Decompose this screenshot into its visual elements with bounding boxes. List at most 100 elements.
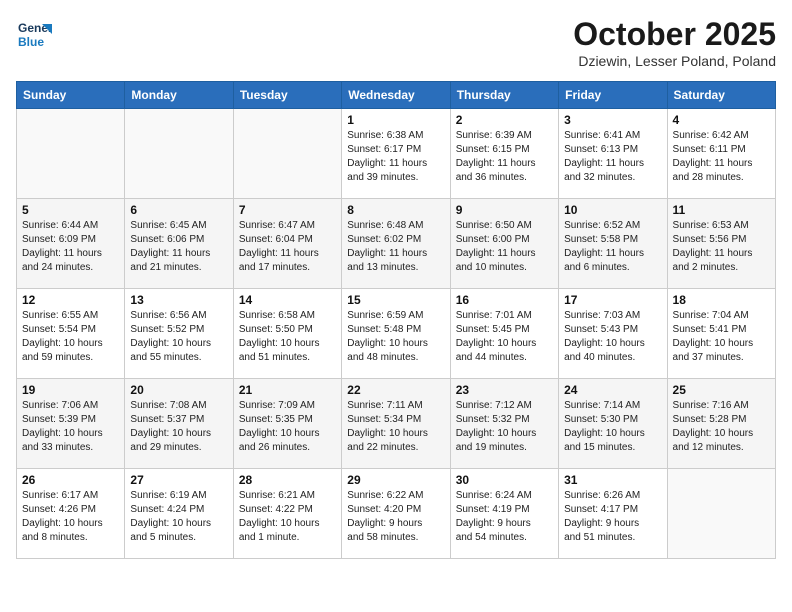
day-number: 3 bbox=[564, 113, 661, 127]
logo: General Blue bbox=[16, 16, 56, 52]
day-number: 1 bbox=[347, 113, 444, 127]
calendar-cell bbox=[667, 469, 775, 559]
calendar-cell: 29 Sunrise: 6:22 AMSunset: 4:20 PMDayligh… bbox=[342, 469, 450, 559]
day-number: 9 bbox=[456, 203, 553, 217]
day-number: 27 bbox=[130, 473, 227, 487]
day-number: 26 bbox=[22, 473, 119, 487]
day-number: 23 bbox=[456, 383, 553, 397]
week-row-5: 26 Sunrise: 6:17 AMSunset: 4:26 PMDayligh… bbox=[17, 469, 776, 559]
day-content: Sunrise: 6:38 AMSunset: 6:17 PMDaylight:… bbox=[347, 129, 444, 185]
day-content: Sunrise: 7:16 AMSunset: 5:28 PMDaylight:… bbox=[673, 399, 770, 455]
day-number: 8 bbox=[347, 203, 444, 217]
day-content: Sunrise: 6:17 AMSunset: 4:26 PMDaylight:… bbox=[22, 489, 119, 545]
weekday-header-tuesday: Tuesday bbox=[233, 82, 341, 109]
day-number: 21 bbox=[239, 383, 336, 397]
calendar-cell: 12 Sunrise: 6:55 AMSunset: 5:54 PMDayligh… bbox=[17, 289, 125, 379]
calendar-cell: 23 Sunrise: 7:12 AMSunset: 5:32 PMDayligh… bbox=[450, 379, 558, 469]
svg-text:Blue: Blue bbox=[18, 35, 44, 49]
day-content: Sunrise: 6:44 AMSunset: 6:09 PMDaylight:… bbox=[22, 219, 119, 275]
day-number: 13 bbox=[130, 293, 227, 307]
day-content: Sunrise: 7:14 AMSunset: 5:30 PMDaylight:… bbox=[564, 399, 661, 455]
day-content: Sunrise: 6:41 AMSunset: 6:13 PMDaylight:… bbox=[564, 129, 661, 185]
week-row-2: 5 Sunrise: 6:44 AMSunset: 6:09 PMDaylight… bbox=[17, 199, 776, 289]
day-number: 15 bbox=[347, 293, 444, 307]
day-content: Sunrise: 7:11 AMSunset: 5:34 PMDaylight:… bbox=[347, 399, 444, 455]
day-number: 11 bbox=[673, 203, 770, 217]
day-content: Sunrise: 7:01 AMSunset: 5:45 PMDaylight:… bbox=[456, 309, 553, 365]
calendar-cell: 20 Sunrise: 7:08 AMSunset: 5:37 PMDayligh… bbox=[125, 379, 233, 469]
day-content: Sunrise: 6:39 AMSunset: 6:15 PMDaylight:… bbox=[456, 129, 553, 185]
calendar-cell: 14 Sunrise: 6:58 AMSunset: 5:50 PMDayligh… bbox=[233, 289, 341, 379]
day-content: Sunrise: 6:59 AMSunset: 5:48 PMDaylight:… bbox=[347, 309, 444, 365]
calendar-cell: 28 Sunrise: 6:21 AMSunset: 4:22 PMDayligh… bbox=[233, 469, 341, 559]
day-content: Sunrise: 6:22 AMSunset: 4:20 PMDaylight:… bbox=[347, 489, 444, 545]
calendar-cell: 31 Sunrise: 6:26 AMSunset: 4:17 PMDayligh… bbox=[559, 469, 667, 559]
calendar-cell: 1 Sunrise: 6:38 AMSunset: 6:17 PMDaylight… bbox=[342, 109, 450, 199]
day-number: 16 bbox=[456, 293, 553, 307]
calendar-cell: 9 Sunrise: 6:50 AMSunset: 6:00 PMDaylight… bbox=[450, 199, 558, 289]
day-number: 31 bbox=[564, 473, 661, 487]
calendar-cell: 7 Sunrise: 6:47 AMSunset: 6:04 PMDaylight… bbox=[233, 199, 341, 289]
day-number: 20 bbox=[130, 383, 227, 397]
day-content: Sunrise: 7:09 AMSunset: 5:35 PMDaylight:… bbox=[239, 399, 336, 455]
calendar-cell: 2 Sunrise: 6:39 AMSunset: 6:15 PMDaylight… bbox=[450, 109, 558, 199]
day-content: Sunrise: 6:48 AMSunset: 6:02 PMDaylight:… bbox=[347, 219, 444, 275]
day-content: Sunrise: 6:55 AMSunset: 5:54 PMDaylight:… bbox=[22, 309, 119, 365]
weekday-header-sunday: Sunday bbox=[17, 82, 125, 109]
calendar-cell: 26 Sunrise: 6:17 AMSunset: 4:26 PMDayligh… bbox=[17, 469, 125, 559]
day-content: Sunrise: 7:04 AMSunset: 5:41 PMDaylight:… bbox=[673, 309, 770, 365]
day-content: Sunrise: 6:45 AMSunset: 6:06 PMDaylight:… bbox=[130, 219, 227, 275]
day-content: Sunrise: 6:19 AMSunset: 4:24 PMDaylight:… bbox=[130, 489, 227, 545]
day-number: 12 bbox=[22, 293, 119, 307]
day-number: 4 bbox=[673, 113, 770, 127]
day-content: Sunrise: 7:03 AMSunset: 5:43 PMDaylight:… bbox=[564, 309, 661, 365]
calendar-cell: 11 Sunrise: 6:53 AMSunset: 5:56 PMDayligh… bbox=[667, 199, 775, 289]
week-row-4: 19Sunrise: 7:06 AMSunset: 5:39 PMDayligh… bbox=[17, 379, 776, 469]
calendar-cell: 6 Sunrise: 6:45 AMSunset: 6:06 PMDaylight… bbox=[125, 199, 233, 289]
day-number: 14 bbox=[239, 293, 336, 307]
day-content: Sunrise: 6:47 AMSunset: 6:04 PMDaylight:… bbox=[239, 219, 336, 275]
day-content: Sunrise: 6:24 AMSunset: 4:19 PMDaylight:… bbox=[456, 489, 553, 545]
calendar-cell: 25 Sunrise: 7:16 AMSunset: 5:28 PMDayligh… bbox=[667, 379, 775, 469]
calendar-cell: 10Sunrise: 6:52 AMSunset: 5:58 PMDayligh… bbox=[559, 199, 667, 289]
day-content: Sunrise: 7:12 AMSunset: 5:32 PMDaylight:… bbox=[456, 399, 553, 455]
day-number: 28 bbox=[239, 473, 336, 487]
weekday-header-wednesday: Wednesday bbox=[342, 82, 450, 109]
calendar-cell bbox=[125, 109, 233, 199]
day-content: Sunrise: 7:08 AMSunset: 5:37 PMDaylight:… bbox=[130, 399, 227, 455]
day-content: Sunrise: 6:53 AMSunset: 5:56 PMDaylight:… bbox=[673, 219, 770, 275]
weekday-header-row: SundayMondayTuesdayWednesdayThursdayFrid… bbox=[17, 82, 776, 109]
day-content: Sunrise: 6:58 AMSunset: 5:50 PMDaylight:… bbox=[239, 309, 336, 365]
week-row-1: 1 Sunrise: 6:38 AMSunset: 6:17 PMDaylight… bbox=[17, 109, 776, 199]
calendar-cell: 24 Sunrise: 7:14 AMSunset: 5:30 PMDayligh… bbox=[559, 379, 667, 469]
weekday-header-friday: Friday bbox=[559, 82, 667, 109]
calendar-cell: 22Sunrise: 7:11 AMSunset: 5:34 PMDayligh… bbox=[342, 379, 450, 469]
day-number: 2 bbox=[456, 113, 553, 127]
calendar-cell bbox=[233, 109, 341, 199]
weekday-header-monday: Monday bbox=[125, 82, 233, 109]
calendar-cell: 16 Sunrise: 7:01 AMSunset: 5:45 PMDayligh… bbox=[450, 289, 558, 379]
day-content: Sunrise: 6:52 AMSunset: 5:58 PMDaylight:… bbox=[564, 219, 661, 275]
calendar-cell: 27 Sunrise: 6:19 AMSunset: 4:24 PMDayligh… bbox=[125, 469, 233, 559]
calendar-cell: 8 Sunrise: 6:48 AMSunset: 6:02 PMDaylight… bbox=[342, 199, 450, 289]
calendar-cell: 21 Sunrise: 7:09 AMSunset: 5:35 PMDayligh… bbox=[233, 379, 341, 469]
day-number: 24 bbox=[564, 383, 661, 397]
day-content: Sunrise: 6:26 AMSunset: 4:17 PMDaylight:… bbox=[564, 489, 661, 545]
day-number: 29 bbox=[347, 473, 444, 487]
calendar-cell: 4Sunrise: 6:42 AMSunset: 6:11 PMDaylight… bbox=[667, 109, 775, 199]
calendar-cell: 30 Sunrise: 6:24 AMSunset: 4:19 PMDayligh… bbox=[450, 469, 558, 559]
logo-icon: General Blue bbox=[16, 16, 52, 52]
day-content: Sunrise: 6:50 AMSunset: 6:00 PMDaylight:… bbox=[456, 219, 553, 275]
day-content: Sunrise: 6:21 AMSunset: 4:22 PMDaylight:… bbox=[239, 489, 336, 545]
day-content: Sunrise: 6:56 AMSunset: 5:52 PMDaylight:… bbox=[130, 309, 227, 365]
page-header: General Blue October 2025 Dziewin, Lesse… bbox=[16, 16, 776, 69]
day-number: 5 bbox=[22, 203, 119, 217]
calendar-table: SundayMondayTuesdayWednesdayThursdayFrid… bbox=[16, 81, 776, 559]
calendar-cell: 3 Sunrise: 6:41 AMSunset: 6:13 PMDaylight… bbox=[559, 109, 667, 199]
day-number: 18 bbox=[673, 293, 770, 307]
day-number: 25 bbox=[673, 383, 770, 397]
month-title: October 2025 bbox=[573, 16, 776, 53]
day-number: 6 bbox=[130, 203, 227, 217]
day-number: 7 bbox=[239, 203, 336, 217]
day-number: 30 bbox=[456, 473, 553, 487]
